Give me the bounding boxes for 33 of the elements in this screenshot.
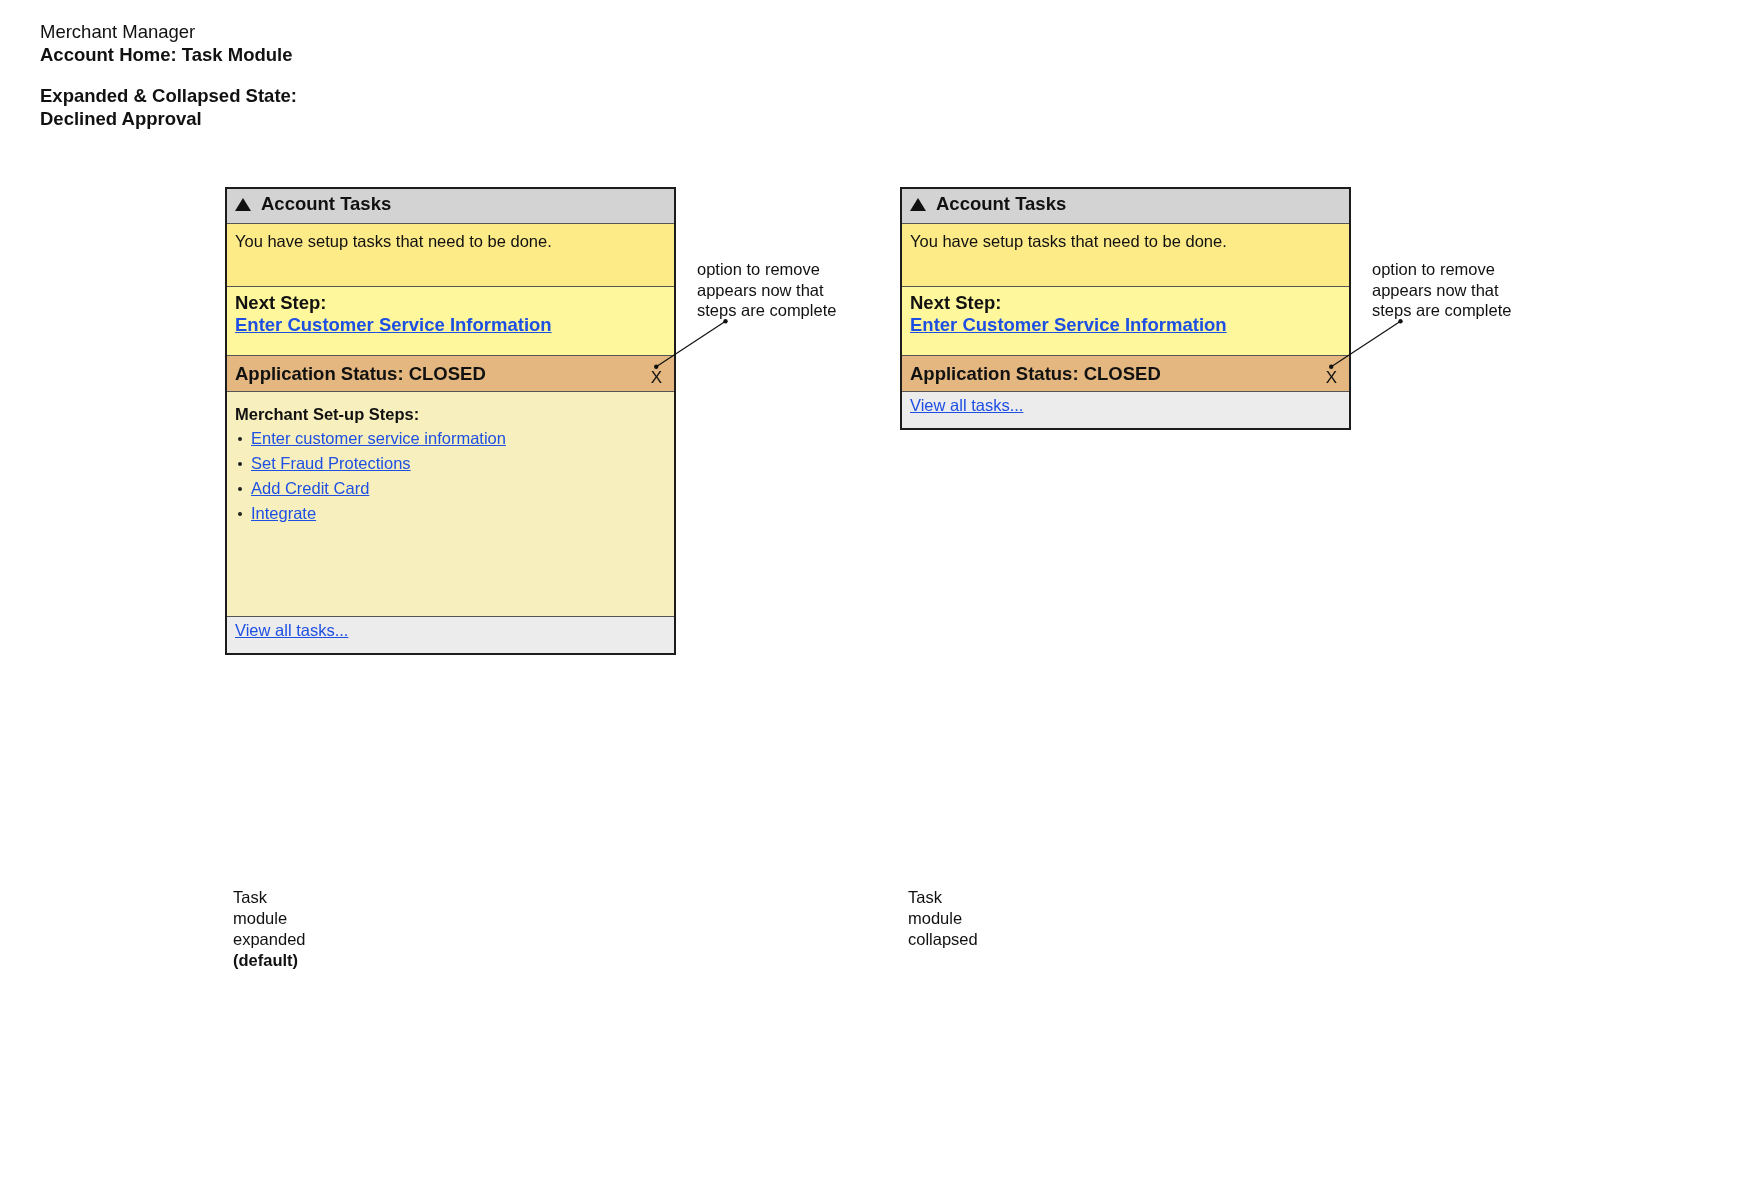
message-text: You have setup tasks that need to be done. [235,232,552,250]
card-title: Account Tasks [261,193,392,215]
bullet-icon [238,486,242,491]
triangle-icon[interactable] [235,197,251,211]
message-text: You have setup tasks that need to be done. [910,232,1227,250]
view-all-link[interactable]: View all tasks... [910,396,1024,414]
bullet-icon [238,461,242,466]
page-title: Account Home: Task Module [40,43,294,66]
caption-text: Task module expanded (default) [233,887,306,971]
app-name: Merchant Manager [40,20,197,43]
annotation-text: option to remove appears now that steps are complete [697,259,838,321]
annotation-text: option to remove appears now that steps are complete [1372,259,1513,321]
card-title: Account Tasks [936,193,1067,215]
bullet-icon [238,511,242,516]
state-title: Expanded & Collapsed State: [40,84,298,107]
triangle-icon[interactable] [910,197,926,211]
step-link[interactable]: Enter customer service information [251,429,506,448]
step-link[interactable]: Integrate [251,504,317,523]
next-step-label: Next Step: [910,292,1002,314]
remove-button[interactable]: X [650,371,662,384]
state-subtitle: Declined Approval [40,107,203,130]
step-link[interactable]: Set Fraud Protections [251,454,411,473]
steps-title: Merchant Set-up Steps: [235,404,421,424]
status-text: Application Status: CLOSED [910,362,1161,385]
next-step-label: Next Step: [235,292,327,314]
bullet-icon [238,436,242,441]
view-all-link[interactable]: View all tasks... [235,621,349,639]
remove-button[interactable]: X [1325,371,1337,384]
next-step-link[interactable]: Enter Customer Service Information [235,314,552,336]
step-link[interactable]: Add Credit Card [251,479,370,498]
next-step-link[interactable]: Enter Customer Service Information [910,314,1227,336]
status-text: Application Status: CLOSED [235,362,486,385]
caption-text: Task module collapsed [908,887,978,950]
